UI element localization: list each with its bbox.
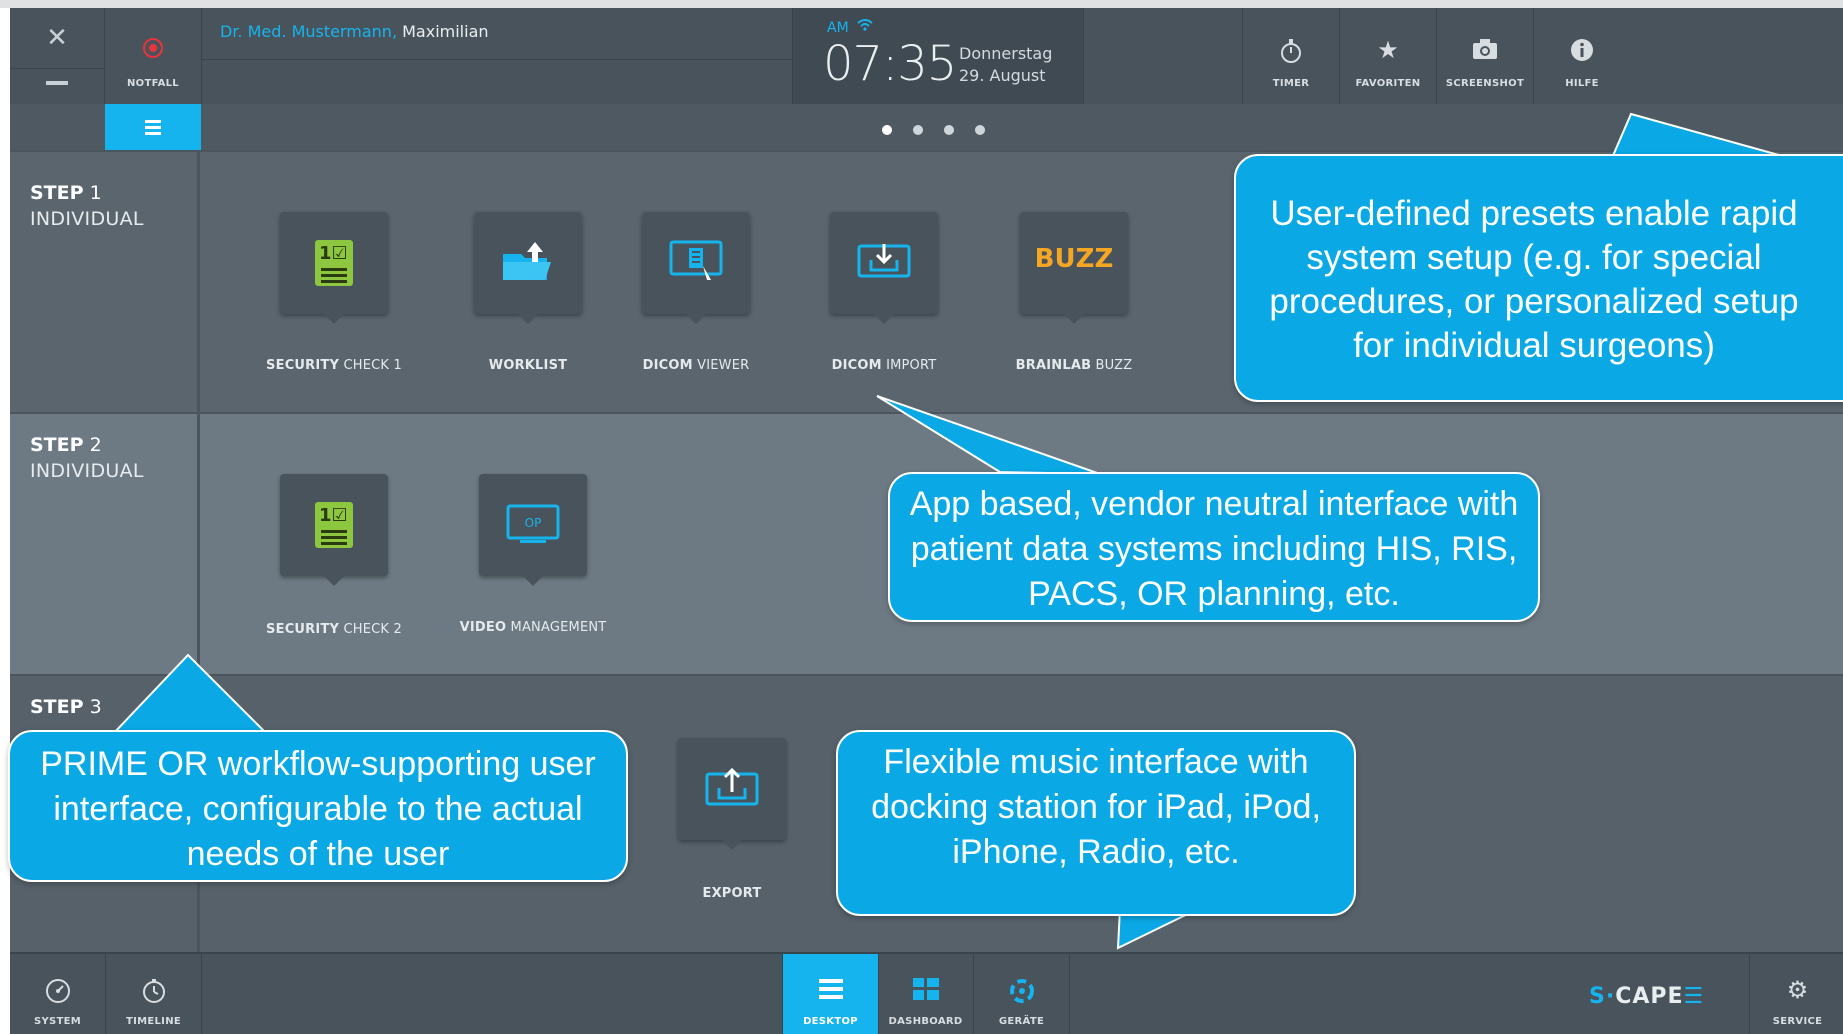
callout-text: User-defined presets enable rapid system… bbox=[1269, 194, 1799, 365]
callout-prime: PRIME OR workflow-supporting user interf… bbox=[8, 730, 628, 882]
callout-presets: User-defined presets enable rapid system… bbox=[1234, 154, 1843, 402]
callout-text: Flexible music interface with docking st… bbox=[871, 743, 1321, 871]
callout-app-based: App based, vendor neutral interface with… bbox=[888, 472, 1540, 622]
callout-text: App based, vendor neutral interface with… bbox=[909, 485, 1519, 613]
callout-music: Flexible music interface with docking st… bbox=[836, 730, 1356, 916]
callout-text: PRIME OR workflow-supporting user interf… bbox=[40, 745, 596, 873]
